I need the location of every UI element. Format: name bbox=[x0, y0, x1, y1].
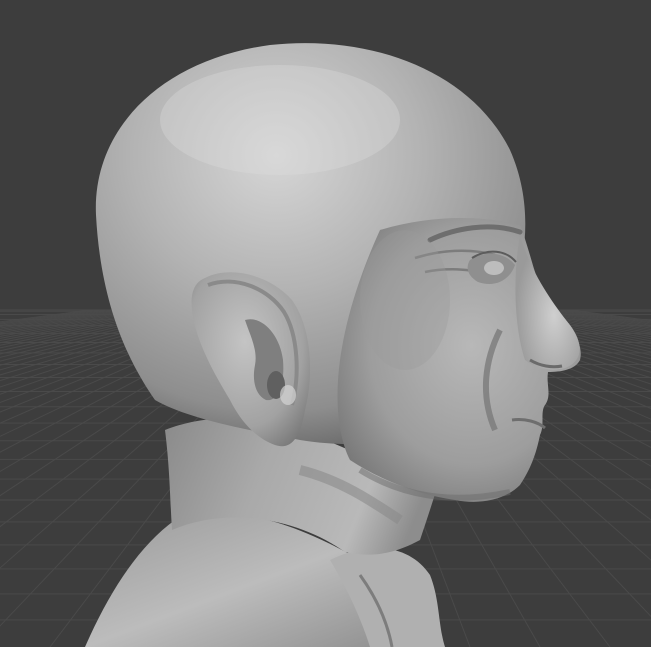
temple-shadow bbox=[360, 230, 450, 370]
ear-lobe-highlight bbox=[280, 385, 296, 405]
eyeball bbox=[484, 261, 504, 275]
viewport-scene[interactable] bbox=[0, 0, 651, 647]
3d-viewport[interactable] bbox=[0, 0, 651, 647]
nose-mesh[interactable] bbox=[515, 235, 580, 370]
skull-highlight bbox=[160, 65, 400, 175]
grid-line bbox=[0, 309, 103, 325]
grid-line bbox=[0, 309, 91, 323]
sculpt-model[interactable] bbox=[85, 43, 581, 647]
